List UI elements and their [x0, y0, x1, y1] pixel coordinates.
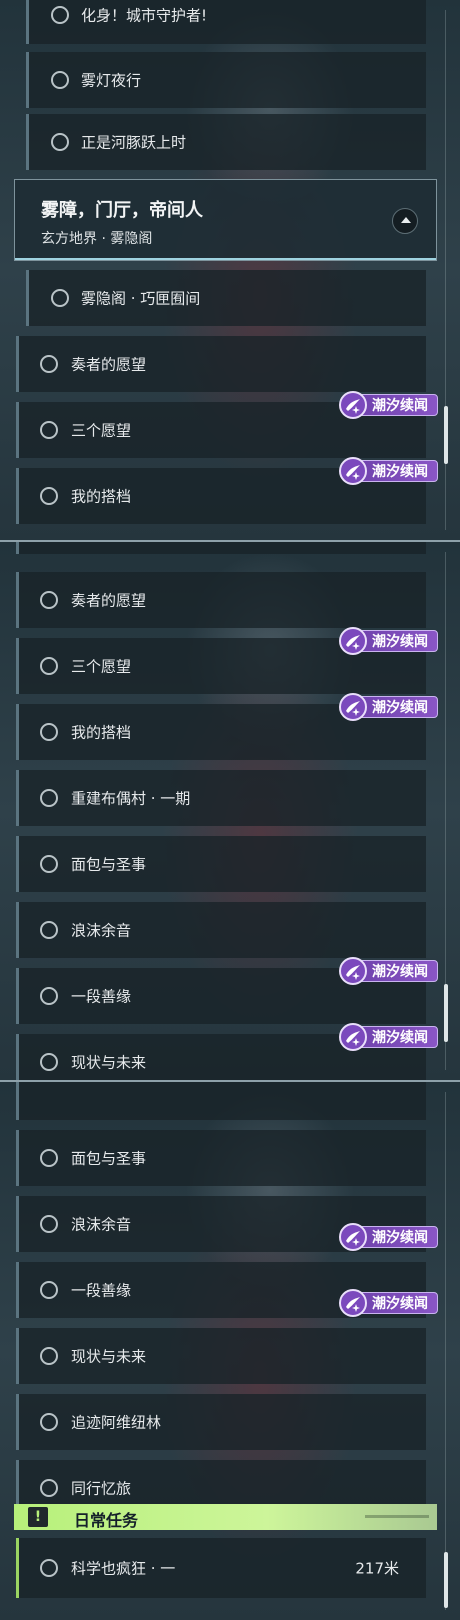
tide-sparkle-icon: [339, 627, 367, 655]
quest-status-icon: [40, 1149, 58, 1167]
quest-label: 我的搭档: [71, 723, 132, 742]
quest-status-icon: [51, 6, 69, 24]
quest-status-icon: [51, 289, 69, 307]
tide-event-badge: 潮汐续闻: [339, 627, 438, 655]
quest-label: 同行忆旅: [71, 1479, 132, 1498]
quest-status-icon: [40, 421, 58, 439]
chevron-up-icon[interactable]: [392, 208, 418, 234]
quest-status-icon: [40, 355, 58, 373]
tide-event-badge: 潮汐续闻: [339, 957, 438, 985]
quest-label: 我的搭档: [71, 487, 132, 506]
quest-status-icon: [40, 1215, 58, 1233]
quest-list-panel-3: 面包与圣事 浪沫余音 一段善缘 现状与未来 追迹阿维纽林 同行忆旅 潮汐续闻 潮…: [0, 1080, 460, 1620]
tide-event-badge: 潮汐续闻: [339, 693, 438, 721]
quest-status-icon: [51, 71, 69, 89]
quest-status-icon: [40, 591, 58, 609]
daily-tasks-label: 日常任务: [74, 1511, 139, 1530]
tide-sparkle-icon: [339, 1223, 367, 1251]
tide-event-badge: 潮汐续闻: [339, 391, 438, 419]
quest-label: 科学也疯狂 · 一: [71, 1559, 176, 1578]
tide-sparkle-icon: [339, 693, 367, 721]
quest-status-icon: [40, 1559, 58, 1577]
tide-sparkle-icon: [339, 1289, 367, 1317]
scrollbar-track[interactable]: [445, 1092, 446, 1610]
quest-status-icon: [40, 855, 58, 873]
quest-status-icon: [40, 1347, 58, 1365]
chapter-header[interactable]: 雾障，门厅，帝间人 玄方地界 · 雾隐阁: [14, 179, 437, 261]
quest-label: 追迹阿维纽林: [71, 1413, 162, 1432]
quest-label: 奏者的愿望: [71, 591, 147, 610]
quest-row[interactable]: 追迹阿维纽林: [16, 1394, 426, 1450]
quest-row[interactable]: 重建布偶村 · 一期: [16, 770, 426, 826]
chapter-subtitle: 玄方地界 · 雾隐阁: [41, 231, 153, 247]
quest-distance: 217米: [355, 1559, 399, 1578]
exclamation-icon: !: [28, 1507, 48, 1527]
quest-row[interactable]: 雾灯夜行: [26, 52, 426, 108]
quest-status-icon: [40, 1413, 58, 1431]
tide-event-badge: 潮汐续闻: [339, 1223, 438, 1251]
quest-label: 浪沫余音: [71, 1215, 132, 1234]
tide-event-badge: 潮汐续闻: [339, 1289, 438, 1317]
quest-status-icon: [40, 1053, 58, 1071]
quest-row[interactable]: 化身！城市守护者!: [26, 0, 426, 44]
tide-event-badge: 潮汐续闻: [339, 1023, 438, 1051]
quest-label: 面包与圣事: [71, 1149, 147, 1168]
badge-label: 潮汐续闻: [372, 964, 428, 980]
quest-status-icon: [40, 1479, 58, 1497]
quest-label: 正是河豚跃上时: [81, 133, 187, 152]
quest-list-panel-1: 化身！城市守护者! 雾灯夜行 正是河豚跃上时 雾障，门厅，帝间人 玄方地界 · …: [0, 0, 460, 540]
quest-row[interactable]: 奏者的愿望: [16, 336, 426, 392]
quest-row[interactable]: 面包与圣事: [16, 836, 426, 892]
badge-label: 潮汐续闻: [372, 634, 428, 650]
quest-row[interactable]: 正是河豚跃上时: [26, 114, 426, 170]
quest-label: 三个愿望: [71, 421, 132, 440]
quest-label: 三个愿望: [71, 657, 132, 676]
quest-row[interactable]: 雾隐阁 · 巧匣囿间: [26, 270, 426, 326]
quest-row[interactable]: 现状与未来: [16, 1328, 426, 1384]
tide-event-badge: 潮汐续闻: [339, 457, 438, 485]
quest-row[interactable]: [16, 1082, 426, 1120]
daily-tasks-header[interactable]: ! 日常任务: [14, 1504, 437, 1530]
badge-label: 潮汐续闻: [372, 1296, 428, 1312]
badge-label: 潮汐续闻: [372, 464, 428, 480]
quest-label: 雾隐阁 · 巧匣囿间: [81, 289, 201, 308]
daily-quest-row[interactable]: 科学也疯狂 · 一 217米: [16, 1538, 426, 1598]
quest-status-icon: [40, 657, 58, 675]
tide-sparkle-icon: [339, 391, 367, 419]
quest-status-icon: [40, 723, 58, 741]
quest-status-icon: [40, 921, 58, 939]
quest-label: 面包与圣事: [71, 855, 147, 874]
quest-status-icon: [40, 487, 58, 505]
quest-label: 重建布偶村 · 一期: [71, 789, 191, 808]
quest-label: 现状与未来: [71, 1053, 147, 1072]
quest-label: 奏者的愿望: [71, 355, 147, 374]
badge-label: 潮汐续闻: [372, 1230, 428, 1246]
scrollbar-thumb[interactable]: [444, 1552, 448, 1608]
quest-status-icon: [40, 987, 58, 1005]
quest-label: 一段善缘: [71, 1281, 132, 1300]
badge-label: 潮汐续闻: [372, 700, 428, 716]
tide-sparkle-icon: [339, 957, 367, 985]
quest-status-icon: [40, 1281, 58, 1299]
quest-label: 雾灯夜行: [81, 71, 142, 90]
quest-label: 浪沫余音: [71, 921, 132, 940]
quest-label: 化身！城市守护者!: [81, 6, 208, 25]
tide-sparkle-icon: [339, 457, 367, 485]
chapter-title: 雾障，门厅，帝间人: [41, 200, 203, 221]
scrollbar-thumb[interactable]: [444, 406, 448, 464]
quest-status-icon: [51, 133, 69, 151]
badge-label: 潮汐续闻: [372, 1030, 428, 1046]
quest-list-panel-2: 奏者的愿望 三个愿望 我的搭档 重建布偶村 · 一期 面包与圣事 浪沫余音 一段…: [0, 540, 460, 1080]
badge-label: 潮汐续闻: [372, 398, 428, 414]
quest-status-icon: [40, 789, 58, 807]
quest-label: 一段善缘: [71, 987, 132, 1006]
quest-row[interactable]: [16, 542, 426, 554]
tide-sparkle-icon: [339, 1023, 367, 1051]
header-decoration: [365, 1515, 429, 1518]
quest-row[interactable]: 奏者的愿望: [16, 572, 426, 628]
quest-row[interactable]: 面包与圣事: [16, 1130, 426, 1186]
scrollbar-thumb[interactable]: [444, 984, 448, 1042]
quest-row[interactable]: 浪沫余音: [16, 902, 426, 958]
quest-label: 现状与未来: [71, 1347, 147, 1366]
